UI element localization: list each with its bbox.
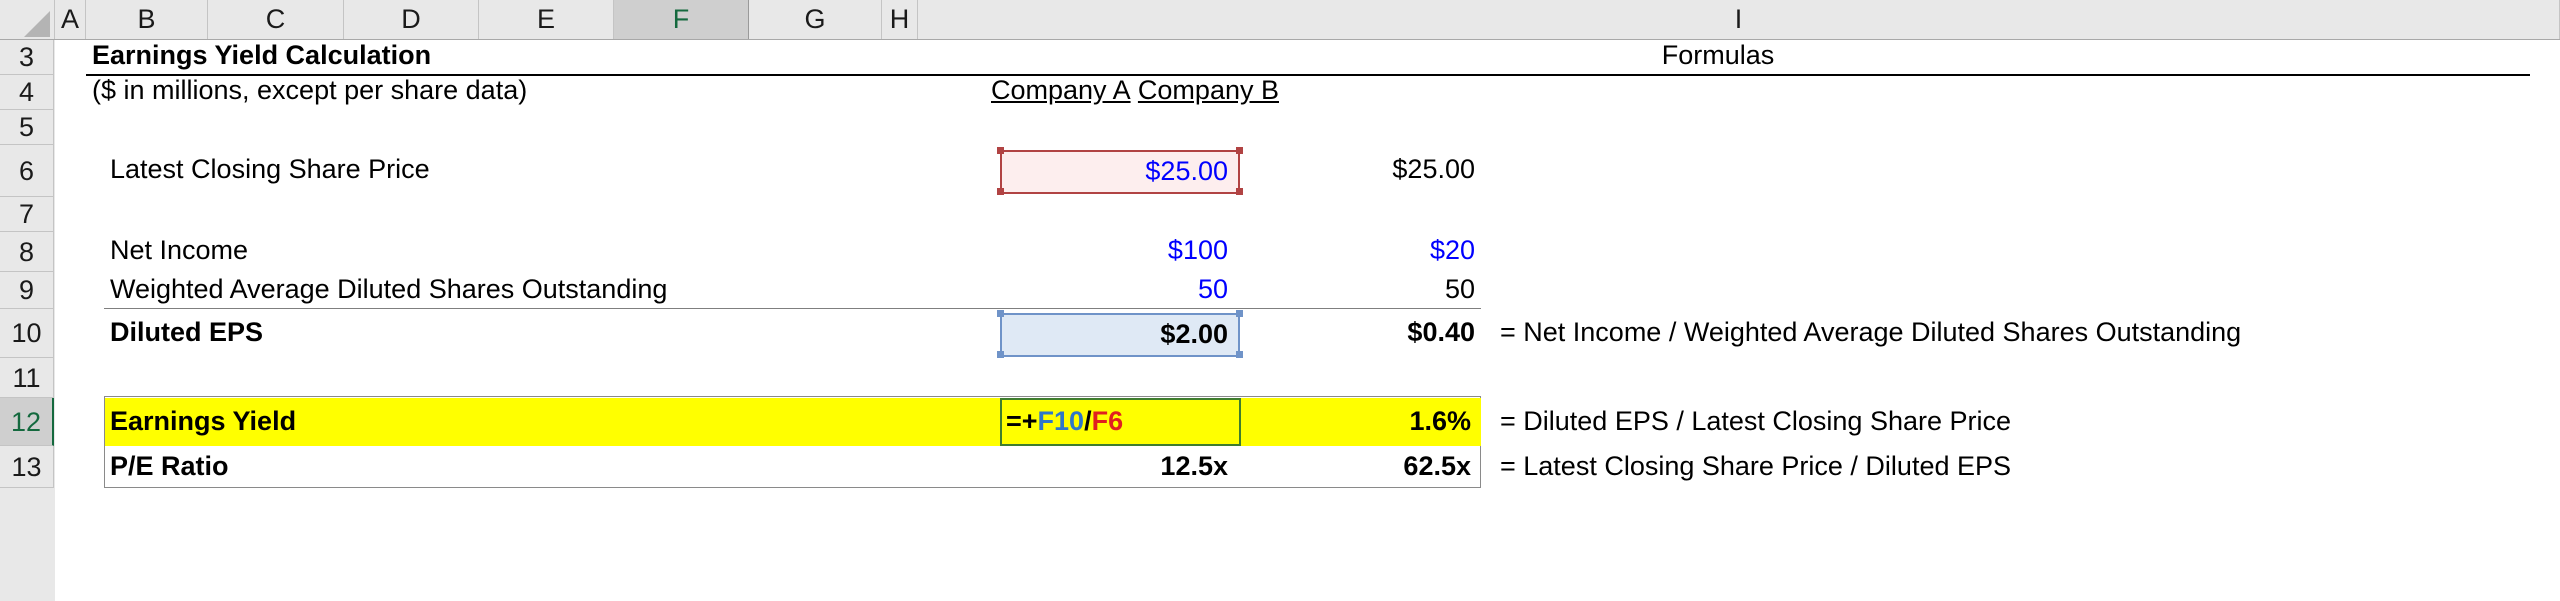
ref-handle-f10-tl	[997, 310, 1004, 317]
cell-g13-pe-ratio[interactable]: 62.5x	[1245, 446, 1481, 488]
cell-g10-diluted-eps[interactable]: $0.40	[1245, 309, 1485, 358]
row-header-3[interactable]: 3	[0, 40, 54, 75]
select-all-corner[interactable]	[0, 0, 55, 39]
page-title: Earnings Yield Calculation	[92, 40, 432, 70]
row-header-7[interactable]: 7	[0, 197, 54, 232]
cell-g9-weighted-average-diluted-shares[interactable]: 50	[1245, 272, 1485, 309]
label-diluted-eps[interactable]: Diluted EPS	[104, 309, 964, 358]
cell-f8-net-income[interactable]: $100	[985, 232, 1240, 272]
row-header-10[interactable]: 10	[0, 309, 54, 358]
row-header-8[interactable]: 8	[0, 232, 54, 272]
row-header-9[interactable]: 9	[0, 272, 54, 309]
row-header-11[interactable]: 11	[0, 358, 54, 398]
column-header-i[interactable]: I	[918, 0, 2560, 39]
column-header-a[interactable]: A	[55, 0, 86, 39]
formulas-header: Formulas	[1661, 40, 1775, 70]
row-header-12[interactable]: 12	[0, 398, 54, 446]
select-all-triangle-icon	[24, 11, 50, 37]
ref-handle-f10-tr	[1236, 310, 1243, 317]
spreadsheet-grid[interactable]: A B C D E F G H I 3 4 5 6 7 8 9 10 11 12…	[0, 0, 2560, 601]
column-header-h[interactable]: H	[882, 0, 918, 39]
formula-note-diluted-eps[interactable]: = Net Income / Weighted Average Diluted …	[1500, 309, 2560, 358]
company-b-header: Company B	[1137, 75, 1279, 105]
cell-f9-weighted-average-diluted-shares[interactable]: 50	[985, 272, 1240, 309]
row-header-6[interactable]: 6	[0, 145, 54, 197]
column-header-c[interactable]: C	[208, 0, 344, 39]
label-net-income[interactable]: Net Income	[104, 232, 964, 272]
cell-g8-net-income[interactable]: $20	[1245, 232, 1485, 272]
cell-f12-earnings-yield-editing[interactable]: =+F10/F6	[1000, 398, 1240, 446]
label-earnings-yield[interactable]: Earnings Yield	[104, 398, 964, 446]
formula-token-operator-2: /	[1084, 406, 1092, 436]
cell-f6-latest-closing-share-price[interactable]: $25.00	[1000, 150, 1240, 194]
cell-g12-earnings-yield[interactable]: 1.6%	[1245, 398, 1481, 446]
cell-f13-pe-ratio[interactable]: 12.5x	[985, 446, 1240, 488]
row-header-5[interactable]: 5	[0, 110, 54, 145]
company-a-header-cell[interactable]: Company A	[985, 75, 1131, 110]
units-note: ($ in millions, except per share data)	[92, 75, 528, 105]
column-header-b[interactable]: B	[86, 0, 208, 39]
column-header-e[interactable]: E	[479, 0, 614, 39]
ref-handle-f10-br	[1236, 351, 1243, 358]
sheet-title-cell[interactable]: Earnings Yield Calculation	[86, 40, 886, 75]
ref-handle-f6-tr	[1236, 147, 1243, 154]
formula-token-operator-1: =+	[1006, 406, 1038, 436]
column-header-g[interactable]: G	[749, 0, 882, 39]
label-pe-ratio[interactable]: P/E Ratio	[104, 446, 964, 488]
column-header-d[interactable]: D	[344, 0, 479, 39]
units-note-cell[interactable]: ($ in millions, except per share data)	[86, 75, 886, 110]
formula-token-ref-f6: F6	[1091, 406, 1124, 436]
formulas-header-cell[interactable]: Formulas	[918, 40, 2518, 75]
label-weighted-average-diluted-shares[interactable]: Weighted Average Diluted Shares Outstand…	[104, 272, 1004, 309]
column-header-f[interactable]: F	[614, 0, 749, 39]
column-header-strip: A B C D E F G H I	[0, 0, 2560, 40]
row-header-4[interactable]: 4	[0, 75, 54, 110]
formula-note-earnings-yield[interactable]: = Diluted EPS / Latest Closing Share Pri…	[1500, 398, 2560, 446]
ref-handle-f6-tl	[997, 147, 1004, 154]
row-header-13[interactable]: 13	[0, 446, 54, 488]
cell-g6-latest-closing-share-price[interactable]: $25.00	[1245, 145, 1485, 197]
label-latest-closing-share-price[interactable]: Latest Closing Share Price	[104, 145, 964, 197]
formula-note-pe-ratio[interactable]: = Latest Closing Share Price / Diluted E…	[1500, 446, 2560, 488]
formula-token-ref-f10: F10	[1037, 406, 1085, 436]
row-header-strip: 3 4 5 6 7 8 9 10 11 12 13	[0, 40, 55, 601]
ref-handle-f6-br	[1236, 188, 1243, 195]
ref-handle-f10-bl	[997, 351, 1004, 358]
cell-f10-diluted-eps[interactable]: $2.00	[1000, 313, 1240, 357]
ref-handle-f6-bl	[997, 188, 1004, 195]
company-a-header: Company A	[991, 75, 1131, 105]
company-b-header-cell[interactable]: Company B	[1130, 75, 1285, 110]
